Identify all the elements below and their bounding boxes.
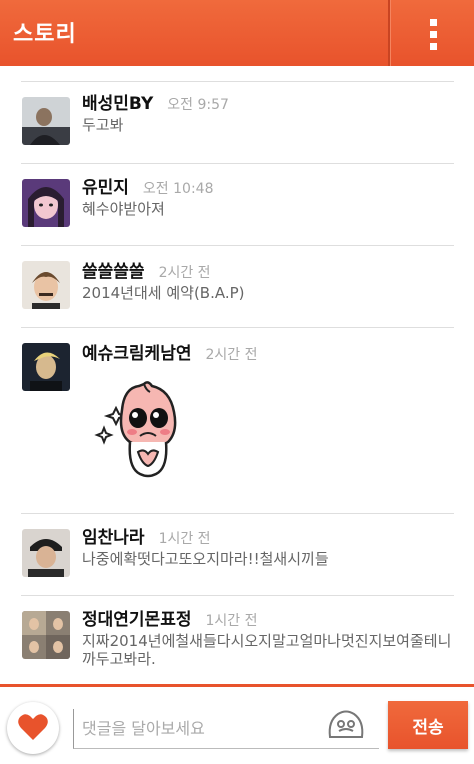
comment-list[interactable]: 배성민BY 오전 9:57 두고봐 유민지 오전 10:48 혜수야받아져 쓸쓸… [0, 66, 474, 684]
comment-item: 유민지 오전 10:48 혜수야받아져 [0, 163, 474, 245]
crying-peach-sticker [94, 378, 206, 488]
comment-text: 지짜2014년에철새들다시오지말고얼마나멋진지보여줄테니까두고봐라. [82, 632, 452, 668]
comment-author[interactable]: 쓸쓸쓸쓸 2시간 전 [82, 257, 211, 282]
like-button[interactable] [7, 702, 59, 754]
comment-author[interactable]: 임찬나라 1시간 전 [82, 523, 211, 548]
emoticon-face-icon [328, 710, 364, 738]
comment-author[interactable]: 유민지 오전 10:48 [82, 173, 213, 198]
avatar[interactable] [22, 343, 70, 391]
divider [21, 81, 454, 82]
divider [21, 595, 454, 596]
comment-time: 오전 10:48 [142, 181, 214, 197]
comment-time: 1시간 전 [205, 613, 258, 629]
comment-text: 두고봐 [82, 116, 124, 134]
comment-time: 2시간 전 [158, 265, 211, 281]
comment-text: 2014년대세 예약(B.A.P) [82, 284, 245, 302]
comment-item: 정대연기몬표정 1시간 전 지짜2014년에철새들다시오지말고얼마나멋진지보여줄테… [0, 595, 474, 684]
avatar[interactable] [22, 529, 70, 577]
overflow-menu-button[interactable] [391, 0, 474, 66]
comment-text: 혜수야받아져 [82, 200, 165, 218]
comment-author[interactable]: 정대연기몬표정 1시간 전 [82, 605, 257, 630]
comment-time: 2시간 전 [205, 347, 258, 363]
comment-item: 배성민BY 오전 9:57 두고봐 [0, 81, 474, 163]
comment-composer: 전송 [0, 687, 474, 764]
comment-item: 임찬나라 1시간 전 나중에확떳다고또오지마라!!철새시끼들 [0, 513, 474, 595]
comment-time: 오전 9:57 [167, 97, 229, 113]
send-button[interactable]: 전송 [388, 701, 468, 749]
comment-author[interactable]: 예슈크림케남연 2시간 전 [82, 339, 257, 364]
divider [21, 513, 454, 514]
avatar[interactable] [22, 97, 70, 145]
comment-item: 쓸쓸쓸쓸 2시간 전 2014년대세 예약(B.A.P) [0, 245, 474, 327]
avatar[interactable] [22, 611, 70, 659]
app-bar: 스토리 [0, 0, 474, 66]
emoticon-button[interactable] [326, 707, 366, 743]
comment-time: 1시간 전 [158, 531, 211, 547]
comment-item: 예슈크림케남연 2시간 전 [0, 327, 474, 513]
avatar[interactable] [22, 261, 70, 309]
divider [21, 163, 454, 164]
comment-text: 나중에확떳다고또오지마라!!철새시끼들 [82, 550, 329, 568]
heart-icon [18, 714, 48, 740]
comment-author[interactable]: 배성민BY 오전 9:57 [82, 89, 229, 114]
page-title: 스토리 [13, 22, 77, 47]
divider [21, 327, 454, 328]
divider [21, 245, 454, 246]
avatar[interactable] [22, 179, 70, 227]
appbar-divider [388, 0, 390, 66]
